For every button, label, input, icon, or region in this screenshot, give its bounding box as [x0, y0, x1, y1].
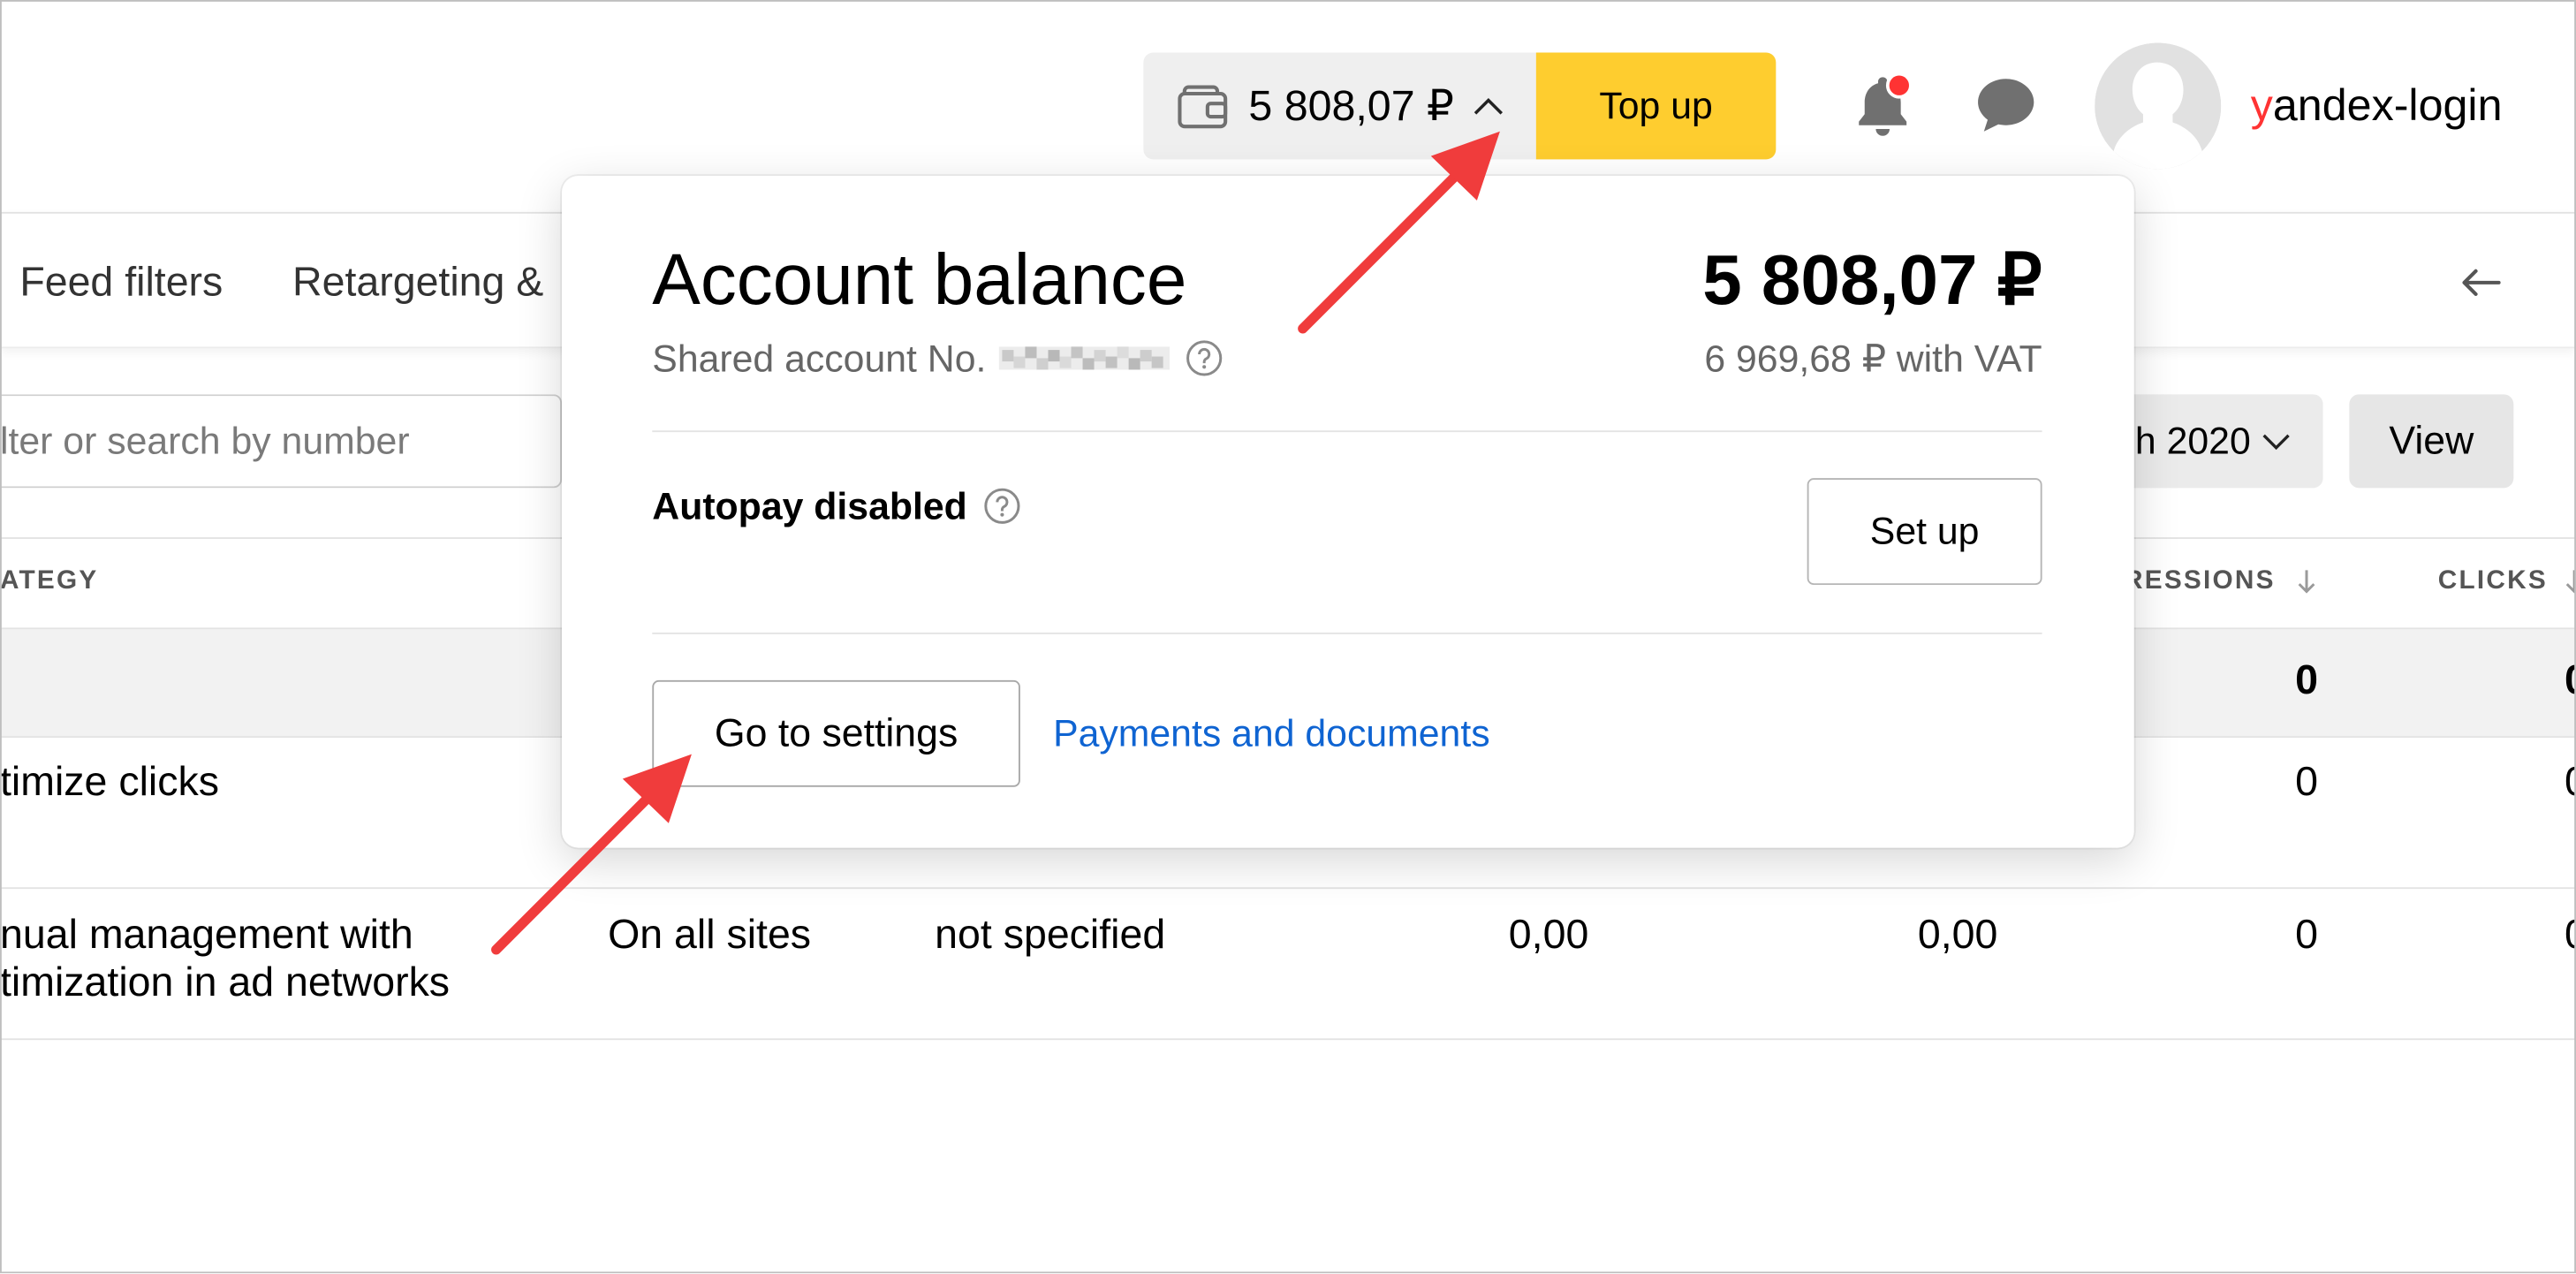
arrow-down-icon[interactable]	[2565, 567, 2576, 596]
login-first-letter: y	[2250, 80, 2273, 130]
user-login[interactable]: yandex-login	[2251, 76, 2503, 135]
popup-balance-amount: 5 808,07 ₽	[1702, 241, 2042, 321]
balance-with-vat: 6 969,68 ₽ with VAT	[1704, 337, 2042, 380]
redacted-account-number	[999, 342, 1171, 375]
row-placement: On all sites	[608, 912, 812, 959]
top-up-button[interactable]: Top up	[1535, 52, 1777, 160]
table-divider	[0, 1038, 2576, 1041]
chat-icon[interactable]	[1974, 76, 2037, 135]
row-value-a: 0,00	[1508, 912, 1589, 959]
wallet-icon	[1177, 81, 1230, 131]
arrow-down-icon[interactable]	[2297, 567, 2316, 596]
popup-divider	[652, 632, 2042, 634]
column-header-clicks[interactable]: CLICKS	[2438, 558, 2548, 604]
arrow-left-icon[interactable]	[2459, 268, 2502, 297]
popup-title: Account balance	[652, 239, 1187, 321]
search-input[interactable]	[0, 394, 563, 489]
tab-feed-filters[interactable]: Feed filters	[19, 250, 223, 315]
account-balance-popup: Account balance 5 808,07 ₽ Shared accoun…	[562, 175, 2134, 848]
autopay-status: Autopay disabled	[652, 483, 1019, 529]
view-button[interactable]: View	[2349, 394, 2514, 489]
chevron-up-icon	[1474, 97, 1503, 115]
column-header-strategy[interactable]: ATEGY	[0, 558, 98, 604]
shared-account-label: Shared account No.	[652, 336, 987, 379]
popup-divider	[652, 430, 2042, 433]
row-strategy: timize clicks	[0, 759, 219, 806]
balance-amount: 5 808,07 ₽	[1248, 80, 1454, 130]
row-clicks: 0	[2565, 757, 2576, 807]
row-strategy: timization in ad networks	[0, 959, 451, 1006]
go-to-settings-button[interactable]: Go to settings	[652, 679, 1020, 787]
table-divider	[0, 887, 2576, 890]
help-icon[interactable]	[983, 488, 1019, 524]
period-label: h 2020	[2134, 419, 2251, 462]
row-impressions: 0	[2295, 912, 2319, 959]
row-clicks: 0	[2565, 910, 2576, 959]
help-icon[interactable]	[1186, 340, 1223, 376]
totals-impressions: 0	[2295, 656, 2319, 703]
row-strategy: nual management with	[0, 912, 413, 959]
setup-autopay-button[interactable]: Set up	[1807, 478, 2042, 586]
shared-account-info: Shared account No.	[652, 335, 1223, 381]
app-window: 5 808,07 ₽ Top up yandex-login Feed filt…	[0, 0, 2576, 1274]
balance-dropdown[interactable]: 5 808,07 ₽	[1143, 52, 1536, 160]
notification-dot	[1885, 72, 1913, 99]
totals-clicks: 0	[2565, 656, 2576, 705]
payments-documents-link[interactable]: Payments and documents	[1053, 709, 1490, 755]
row-value-b: 0,00	[1917, 912, 1998, 959]
avatar[interactable]	[2095, 42, 2222, 170]
chevron-down-icon	[2262, 433, 2291, 450]
row-impressions: 0	[2295, 759, 2319, 806]
autopay-label: Autopay disabled	[652, 483, 967, 527]
login-rest: andex-login	[2272, 80, 2503, 130]
row-setting: not specified	[935, 912, 1166, 959]
tab-retargeting[interactable]: Retargeting &	[292, 250, 543, 315]
